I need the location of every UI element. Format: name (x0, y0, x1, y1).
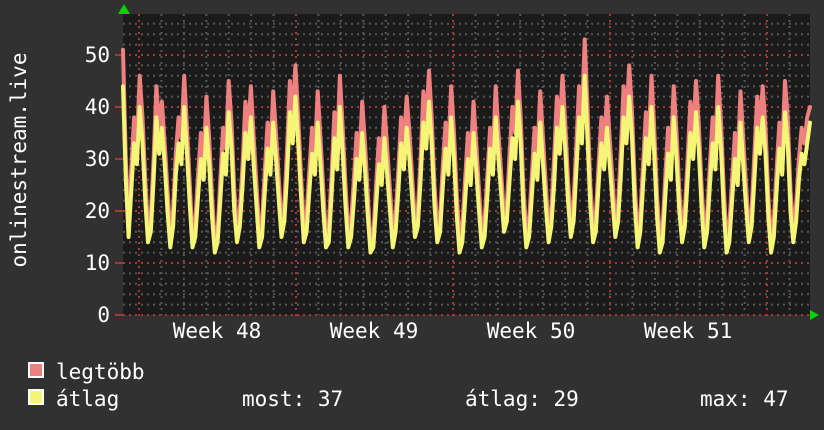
stat-atlag: átlag: 29 (465, 387, 579, 411)
y-tick-label-50: 50 (84, 43, 110, 67)
x-tick-label-week48: Week 48 (172, 319, 262, 343)
y-tick-label-0: 0 (97, 303, 110, 327)
y-tick-label-30: 30 (84, 147, 110, 171)
vertical-axis-title: onlinestream.live (7, 52, 31, 268)
x-tick-label-week49: Week 49 (329, 319, 419, 343)
stat-most: most: 37 (242, 387, 344, 411)
x-tick-label-week50: Week 50 (486, 319, 576, 343)
rrd-graph: onlinestream.live 50 40 30 20 10 0 Week … (0, 0, 824, 430)
legend-label-legtobb: legtöbb (56, 360, 145, 384)
legend-label-atlag: átlag (56, 387, 120, 411)
legend-swatch-atlag (28, 389, 44, 405)
x-tick-label-week51: Week 51 (643, 319, 733, 343)
y-tick-label-40: 40 (84, 95, 110, 119)
stat-max: max: 47 (700, 387, 789, 411)
y-tick-label-20: 20 (84, 199, 110, 223)
y-tick-label-10: 10 (84, 251, 110, 275)
legend-swatch-legtobb (28, 362, 44, 378)
